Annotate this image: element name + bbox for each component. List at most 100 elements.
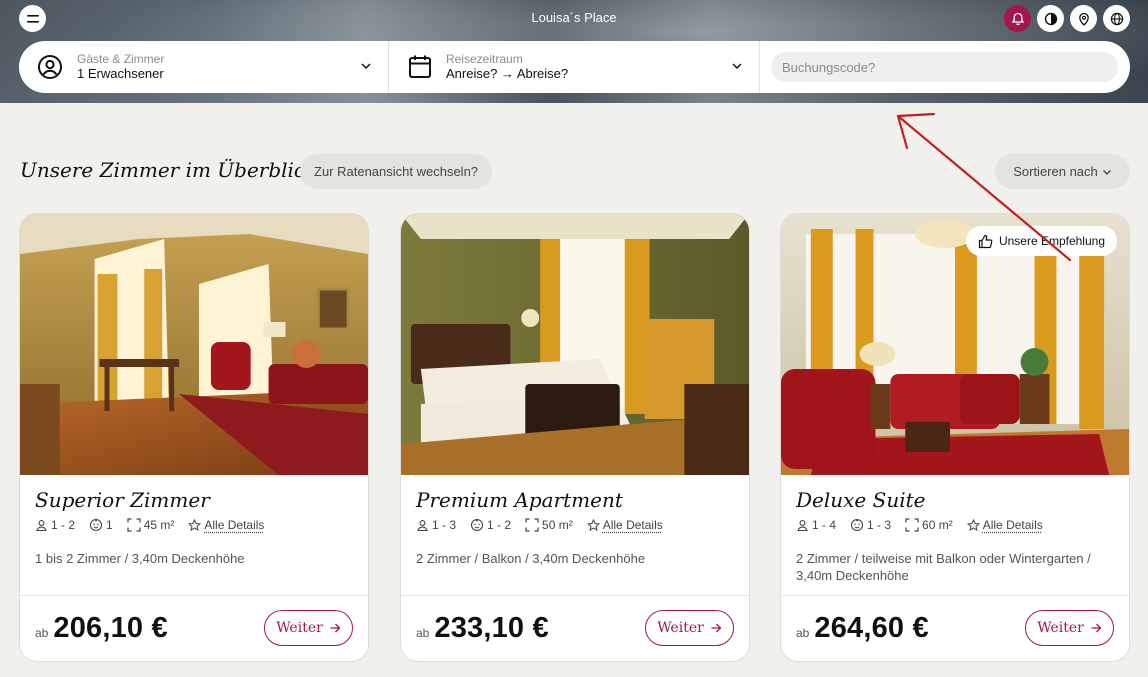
continue-button[interactable]: Weiter [1025,610,1114,646]
all-details-label: Alle Details [204,518,265,532]
size-fact: 45 m² [127,518,175,532]
continue-label: Weiter [657,620,704,636]
room-name: Premium Apartment [416,488,623,512]
persons-value: 1 - 4 [812,518,837,532]
room-photo[interactable] [401,214,749,475]
language-button[interactable] [1103,5,1130,32]
room-size-icon [127,518,141,532]
card-divider [401,595,749,596]
arrow-right-icon [1091,623,1102,633]
price-prefix: ab [416,626,430,640]
room-size-icon [525,518,539,532]
arrow-right-icon [330,623,341,633]
section-title: Unsere Zimmer im Überblick [20,158,318,182]
booking-code-input[interactable] [771,52,1118,82]
size-value: 45 m² [143,518,175,532]
guests-value: 1 Erwachsener [77,66,164,81]
sort-dropdown[interactable]: Sortieren nach [995,154,1130,189]
rates-view-toggle[interactable]: Zur Ratenansicht wechseln? [300,154,493,189]
user-circle-icon [38,55,62,79]
chevron-down-icon [732,63,742,70]
chevron-down-icon [361,63,371,70]
persons-fact: 1 - 3 [416,518,456,532]
star-icon [966,518,980,531]
header-actions [1004,5,1130,32]
price-prefix: ab [35,626,49,640]
date-range-selector[interactable]: Reisezeitraum Anreise? → Abreise? [389,41,760,93]
all-details-link[interactable]: Alle Details [586,518,663,532]
booking-search-bar: Gäste & Zimmer 1 Erwachsener Reisezeitra… [19,41,1130,93]
room-photo[interactable] [20,214,368,475]
thumbs-up-icon [978,234,993,248]
all-details-label: Alle Details [602,518,663,532]
child-face-icon [470,518,484,532]
contrast-button[interactable] [1037,5,1064,32]
room-name: Deluxe Suite [796,488,926,512]
room-card: Premium Apartment 1 - 3 1 - 2 50 m² Alle… [400,213,750,662]
room-size-icon [905,518,919,532]
room-card: Superior Zimmer 1 - 2 1 45 m² Alle Detai… [19,213,369,662]
size-value: 50 m² [542,518,573,532]
person-icon [36,519,47,531]
persons-value: 1 - 2 [51,518,76,532]
person-icon [417,519,428,531]
room-description: 1 bis 2 Zimmer / 3,40m Deckenhöhe [35,551,245,566]
room-name: Superior Zimmer [35,488,210,512]
persons-fact: 1 - 2 [35,518,75,532]
kids-fact: 1 [89,518,113,532]
size-value: 60 m² [922,518,953,532]
price-amount: 264,60 € [814,612,929,644]
room-price: ab 206,10 € [35,612,168,645]
persons-value: 1 - 3 [432,518,457,532]
room-price: ab 233,10 € [416,612,549,645]
child-face-icon [89,518,103,532]
star-icon [188,518,202,531]
price-amount: 233,10 € [434,612,549,644]
price-amount: 206,10 € [53,612,168,644]
room-price: ab 264,60 € [796,612,929,645]
kids-value: 1 - 2 [487,518,512,532]
dates-value: Anreise? → Abreise? [446,66,569,81]
person-icon [797,519,808,531]
continue-button[interactable]: Weiter [264,610,353,646]
all-details-link[interactable]: Alle Details [188,518,264,532]
notifications-button[interactable] [1004,5,1031,32]
kids-value: 1 - 3 [867,518,892,532]
location-pin-icon [1078,12,1089,26]
badge-label: Unsere Empfehlung [998,234,1105,248]
kids-fact: 1 - 3 [850,518,891,532]
star-icon [586,518,600,531]
continue-button[interactable]: Weiter [645,610,734,646]
chevron-down-icon [1102,169,1111,175]
card-divider [781,595,1129,596]
room-facts: 1 - 2 1 45 m² Alle Details [35,518,278,532]
recommendation-badge: Unsere Empfehlung [965,226,1117,256]
room-description: 2 Zimmer / teilweise mit Balkon oder Win… [796,551,1091,583]
room-facts: 1 - 4 1 - 3 60 m² Alle Details [796,518,1057,532]
continue-label: Weiter [1037,620,1084,636]
child-face-icon [850,518,864,532]
arrow-right-icon [711,623,722,633]
location-button[interactable] [1070,5,1097,32]
guests-selector[interactable]: Gäste & Zimmer 1 Erwachsener [19,41,389,93]
size-fact: 50 m² [525,518,573,532]
sort-label: Sortieren nach [1013,164,1098,179]
room-card: Unsere Empfehlung Deluxe Suite 1 - 4 1 -… [780,213,1130,662]
all-details-link[interactable]: Alle Details [966,518,1043,532]
site-title: Louisa´s Place [531,10,617,25]
contrast-icon [1044,12,1057,25]
kids-fact: 1 - 2 [470,518,511,532]
room-facts: 1 - 3 1 - 2 50 m² Alle Details [416,518,677,532]
all-details-label: Alle Details [982,518,1043,532]
room-description: 2 Zimmer / Balkon / 3,40m Deckenhöhe [416,551,646,566]
globe-icon [1110,12,1123,25]
kids-value: 1 [106,518,113,532]
persons-fact: 1 - 4 [796,518,836,532]
size-fact: 60 m² [905,518,953,532]
continue-label: Weiter [276,620,323,636]
card-divider [20,595,368,596]
calendar-icon [409,55,431,78]
dates-label: Reisezeitraum [446,52,523,66]
bell-icon [1011,12,1024,25]
guests-label: Gäste & Zimmer [77,52,165,66]
